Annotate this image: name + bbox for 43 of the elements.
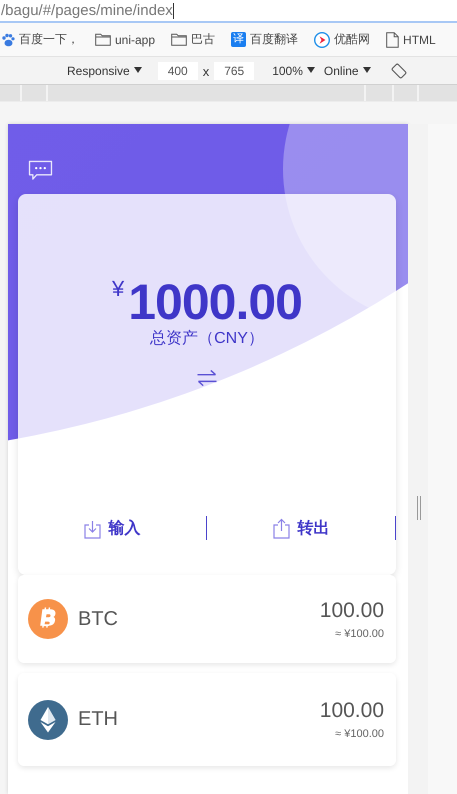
asset-value: ≈ ¥100.00	[335, 628, 384, 640]
total-balance: 1000.00	[128, 274, 302, 330]
bookmark-link[interactable]: 优酷网	[334, 31, 370, 48]
translate-icon: 译	[231, 32, 246, 47]
asset-card[interactable]: BTC 100.00 ≈ ¥100.00	[18, 575, 396, 663]
caret-icon	[362, 67, 371, 74]
rotate-icon[interactable]	[390, 62, 407, 78]
bookmark-link[interactable]: HTML	[403, 32, 436, 46]
bookmark-link[interactable]: 百度翻译	[250, 31, 298, 48]
network-dropdown[interactable]: Online	[324, 64, 371, 78]
asset-amount: 100.00	[320, 699, 384, 723]
swap-icon[interactable]	[195, 369, 219, 388]
chat-icon[interactable]	[28, 160, 53, 181]
bookmark-link[interactable]: uni-app	[115, 32, 156, 46]
height-field[interactable]: 765	[214, 62, 254, 80]
coin-icon	[28, 599, 68, 639]
diamond-coin-icon	[28, 700, 68, 740]
asset-symbol: BTC	[78, 608, 118, 630]
bookmark-link[interactable]: 百度一下，	[19, 31, 79, 48]
download-icon	[84, 520, 100, 538]
width-field[interactable]: 400	[158, 62, 198, 80]
asset-symbol: ETH	[78, 708, 118, 731]
paw-icon	[1, 32, 15, 46]
asset-value: ≈ ¥100.00	[335, 728, 384, 740]
resize-handle[interactable]	[417, 496, 421, 520]
asset-amount: 100.00	[320, 598, 384, 622]
balance-label: 总资产（CNY）	[150, 328, 264, 349]
play-icon	[314, 32, 330, 48]
upload-icon	[272, 518, 290, 538]
currency-symbol: ¥	[112, 276, 124, 302]
bookmark-link[interactable]: 巴古	[191, 31, 216, 48]
dimension-separator: x	[202, 64, 210, 79]
caret-icon	[306, 67, 315, 74]
withdraw-button[interactable]: 转出	[272, 518, 330, 538]
folder-icon	[95, 33, 111, 46]
page-icon	[386, 32, 400, 48]
device-dropdown[interactable]: Responsive	[67, 64, 142, 78]
zoom-dropdown[interactable]: 100%	[272, 64, 315, 78]
deposit-button[interactable]: 输入	[84, 518, 140, 538]
caret-icon	[134, 67, 142, 74]
asset-card[interactable]: ETH 100.00 ≈ ¥100.00	[18, 673, 396, 766]
folder-icon	[171, 33, 188, 46]
text-cursor	[172, 2, 174, 18]
